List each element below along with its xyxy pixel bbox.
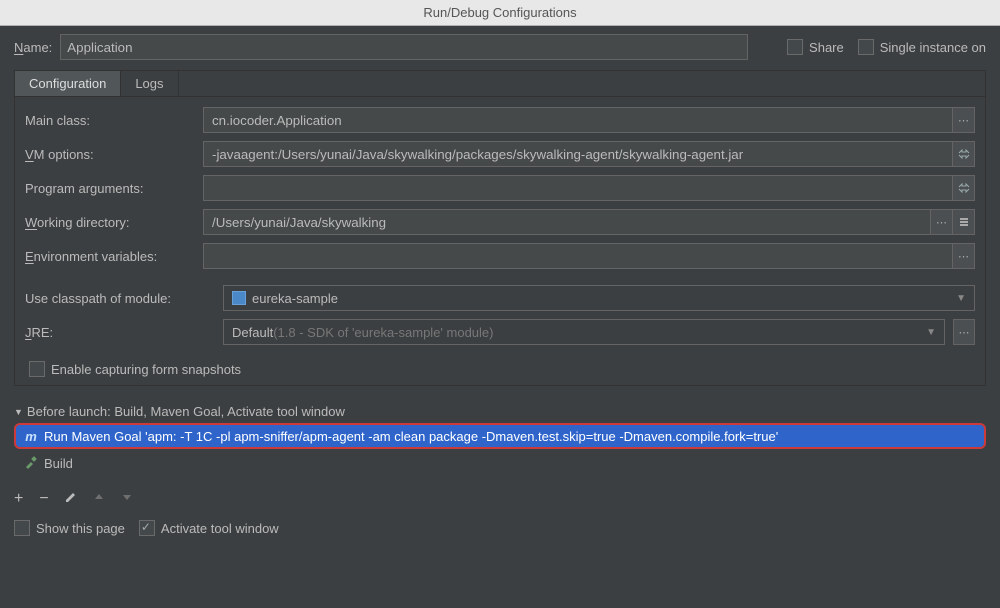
working-dir-browse-button[interactable] [931, 209, 953, 235]
tabs: Configuration Logs [15, 71, 985, 97]
env-vars-row: Environment variables: [25, 243, 975, 269]
name-input[interactable] [60, 34, 748, 60]
working-dir-input[interactable] [203, 209, 931, 235]
vm-options-label: VM options: [25, 147, 195, 162]
classpath-row: Use classpath of module: eureka-sample ▼ [25, 285, 975, 311]
program-args-row: Program arguments: [25, 175, 975, 201]
jre-browse-button[interactable] [953, 319, 975, 345]
working-dir-list-button[interactable] [953, 209, 975, 235]
program-args-input[interactable] [203, 175, 953, 201]
top-right-checks: Share Single instance on [787, 39, 986, 55]
share-checkbox[interactable] [787, 39, 803, 55]
capture-snapshots-wrap[interactable]: Enable capturing form snapshots [29, 361, 975, 377]
jre-row: JRE: Default (1.8 - SDK of 'eureka-sampl… [25, 319, 975, 345]
working-dir-label: Working directory: [25, 215, 195, 230]
env-vars-label: Environment variables: [25, 249, 195, 264]
remove-button[interactable]: − [39, 490, 48, 508]
classpath-label: Use classpath of module: [25, 291, 215, 306]
before-launch-item-maven-text: Run Maven Goal 'apm: -T 1C -pl apm-sniff… [44, 429, 778, 444]
capture-snapshots-checkbox[interactable] [29, 361, 45, 377]
name-row: Name: Share Single instance on [0, 26, 1000, 64]
window-title: Run/Debug Configurations [423, 5, 576, 20]
hammer-icon [24, 455, 38, 472]
tab-configuration[interactable]: Configuration [15, 71, 121, 96]
move-down-button[interactable] [121, 490, 133, 508]
vm-options-expand-button[interactable] [953, 141, 975, 167]
env-vars-browse-button[interactable] [953, 243, 975, 269]
before-launch-list: m Run Maven Goal 'apm: -T 1C -pl apm-sni… [14, 423, 986, 449]
before-launch-toolbar: + − [14, 490, 986, 508]
jre-suffix: (1.8 - SDK of 'eureka-sample' module) [273, 325, 493, 340]
module-icon [232, 291, 246, 305]
bottom-options: Show this page Activate tool window [14, 520, 986, 536]
before-launch-section: ▼ Before launch: Build, Maven Goal, Acti… [14, 404, 986, 476]
maven-icon: m [24, 429, 38, 444]
jre-select[interactable]: Default (1.8 - SDK of 'eureka-sample' mo… [223, 319, 945, 345]
main-class-input[interactable] [203, 107, 953, 133]
main-class-row: Main class: [25, 107, 975, 133]
move-up-button[interactable] [93, 490, 105, 508]
activate-tool-window-wrap[interactable]: Activate tool window [139, 520, 279, 536]
single-instance-label: Single instance on [880, 40, 986, 55]
vm-options-input[interactable] [203, 141, 953, 167]
single-instance-checkbox[interactable] [858, 39, 874, 55]
program-args-label: Program arguments: [25, 181, 195, 196]
tab-logs[interactable]: Logs [121, 71, 178, 96]
dialog-body: Name: Share Single instance on Configura… [0, 26, 1000, 536]
vm-options-row: VM options: [25, 141, 975, 167]
classpath-select[interactable]: eureka-sample ▼ [223, 285, 975, 311]
before-launch-header-text: Before launch: Build, Maven Goal, Activa… [27, 404, 345, 419]
before-launch-item-build-text: Build [44, 456, 73, 471]
name-label: Name: [14, 40, 52, 55]
before-launch-header[interactable]: ▼ Before launch: Build, Maven Goal, Acti… [14, 404, 986, 419]
show-this-page-label: Show this page [36, 521, 125, 536]
program-args-expand-button[interactable] [953, 175, 975, 201]
before-launch-item-build[interactable]: Build [16, 451, 986, 476]
config-panel: Configuration Logs Main class: VM option… [14, 70, 986, 386]
activate-tool-window-label: Activate tool window [161, 521, 279, 536]
share-label: Share [809, 40, 844, 55]
show-this-page-checkbox[interactable] [14, 520, 30, 536]
triangle-down-icon: ▼ [14, 407, 23, 417]
single-instance-checkbox-wrap[interactable]: Single instance on [858, 39, 986, 55]
env-vars-input[interactable] [203, 243, 953, 269]
add-button[interactable]: + [14, 490, 23, 508]
main-class-browse-button[interactable] [953, 107, 975, 133]
chevron-down-icon: ▼ [926, 327, 936, 338]
chevron-down-icon: ▼ [956, 293, 966, 304]
show-this-page-wrap[interactable]: Show this page [14, 520, 125, 536]
working-dir-row: Working directory: [25, 209, 975, 235]
jre-label: JRE: [25, 325, 215, 340]
jre-prefix: Default [232, 325, 273, 340]
activate-tool-window-checkbox[interactable] [139, 520, 155, 536]
main-class-label: Main class: [25, 113, 195, 128]
share-checkbox-wrap[interactable]: Share [787, 39, 844, 55]
capture-snapshots-label: Enable capturing form snapshots [51, 362, 241, 377]
window-title-bar: Run/Debug Configurations [0, 0, 1000, 26]
form-area: Main class: VM options: Program argument… [15, 97, 985, 385]
classpath-value: eureka-sample [252, 291, 338, 306]
edit-button[interactable] [65, 490, 77, 508]
before-launch-item-maven[interactable]: m Run Maven Goal 'apm: -T 1C -pl apm-sni… [16, 425, 984, 447]
